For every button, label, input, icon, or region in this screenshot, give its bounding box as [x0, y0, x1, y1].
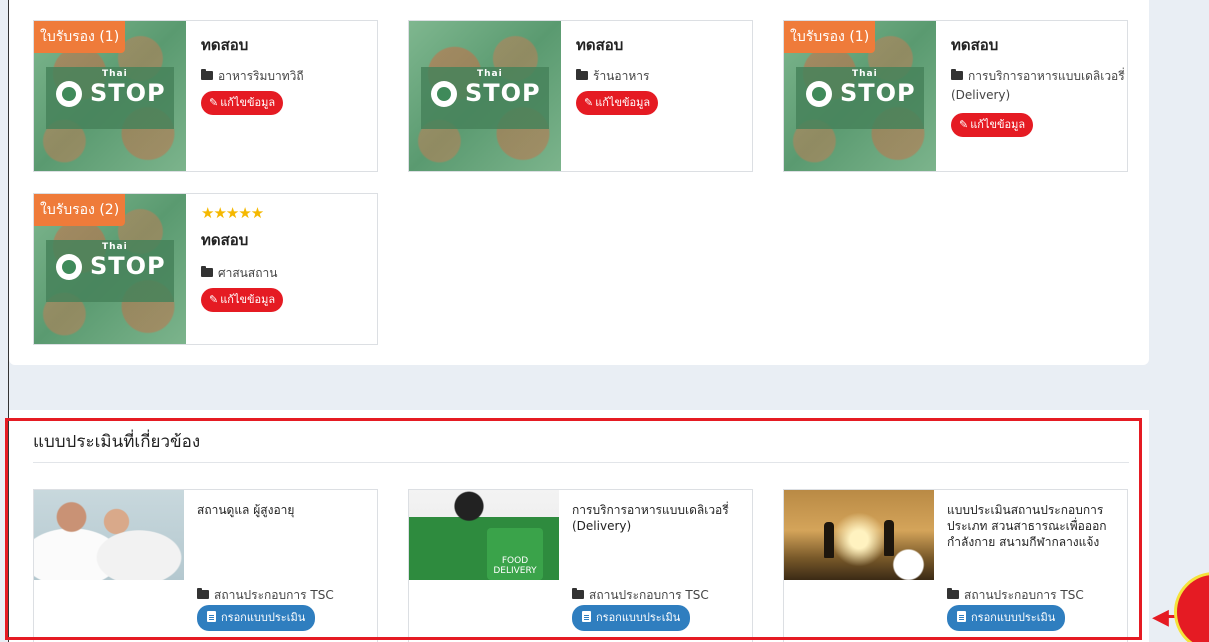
place-thumbnail[interactable]: Thai STOP ใบรับรอง (2) [34, 194, 186, 344]
edit-button[interactable]: ✎ แก้ไขข้อมูล [201, 91, 284, 115]
place-card[interactable]: Thai STOP ทดสอบ ร้านอาหาร ✎ แก้ไขข้อมูล [408, 20, 753, 172]
edit-button[interactable]: ✎ แก้ไขข้อมูล [201, 288, 284, 312]
thai-stop-covid-logo-icon [806, 81, 832, 107]
place-thumbnail[interactable]: Thai STOP [409, 21, 561, 171]
pencil-icon: ✎ [209, 96, 219, 109]
thai-stop-covid-logo-icon [431, 81, 457, 107]
thai-stop-covid-logo-icon [56, 81, 82, 107]
place-category: การบริการอาหารแบบเดลิเวอรี่ (Delivery) [951, 69, 1125, 102]
arrow-left-icon: ◀ [1152, 605, 1169, 630]
place-title[interactable]: ทดสอบ [951, 33, 998, 57]
certificate-badge[interactable]: ใบรับรอง (1) [34, 21, 126, 53]
edit-button[interactable]: ✎ แก้ไขข้อมูล [576, 91, 659, 115]
folder-icon [951, 69, 963, 80]
certificate-badge[interactable]: ใบรับรอง (1) [784, 21, 876, 53]
pencil-icon: ✎ [209, 293, 219, 306]
edit-button[interactable]: ✎ แก้ไขข้อมูล [951, 113, 1034, 137]
folder-icon [576, 69, 588, 80]
pencil-icon: ✎ [584, 96, 594, 109]
place-card[interactable]: Thai STOP ใบรับรอง (2) ★★★★★ ทดสอบ ศาสนสถ… [33, 193, 378, 345]
certificate-badge[interactable]: ใบรับรอง (2) [34, 194, 126, 226]
stop-logo-text: Thai STOP [90, 69, 166, 107]
place-category: ศาสนสถาน [201, 264, 371, 283]
folder-icon [201, 266, 213, 277]
stop-logo-text: Thai STOP [90, 242, 166, 280]
folder-icon [201, 69, 213, 80]
callout-circle [1174, 572, 1209, 642]
place-title[interactable]: ทดสอบ [576, 33, 623, 57]
place-category: อาหารริมบาทวิถี [201, 67, 371, 86]
place-card[interactable]: Thai STOP ใบรับรอง (1) ทดสอบ การบริการอาห… [783, 20, 1128, 172]
place-thumbnail[interactable]: Thai STOP ใบรับรอง (1) [784, 21, 936, 171]
stop-logo-text: Thai STOP [840, 69, 916, 107]
rating-stars: ★★★★★ [201, 204, 264, 222]
place-category: ร้านอาหาร [576, 67, 746, 86]
place-thumbnail[interactable]: Thai STOP ใบรับรอง (1) [34, 21, 186, 171]
place-title[interactable]: ทดสอบ [201, 228, 248, 252]
place-title[interactable]: ทดสอบ [201, 33, 248, 57]
stop-logo-text: Thai STOP [465, 69, 541, 107]
highlight-frame [5, 418, 1142, 640]
thai-stop-covid-logo-icon [56, 254, 82, 280]
place-card[interactable]: Thai STOP ใบรับรอง (1) ทดสอบ อาหารริมบาทว… [33, 20, 378, 172]
pencil-icon: ✎ [959, 118, 969, 131]
